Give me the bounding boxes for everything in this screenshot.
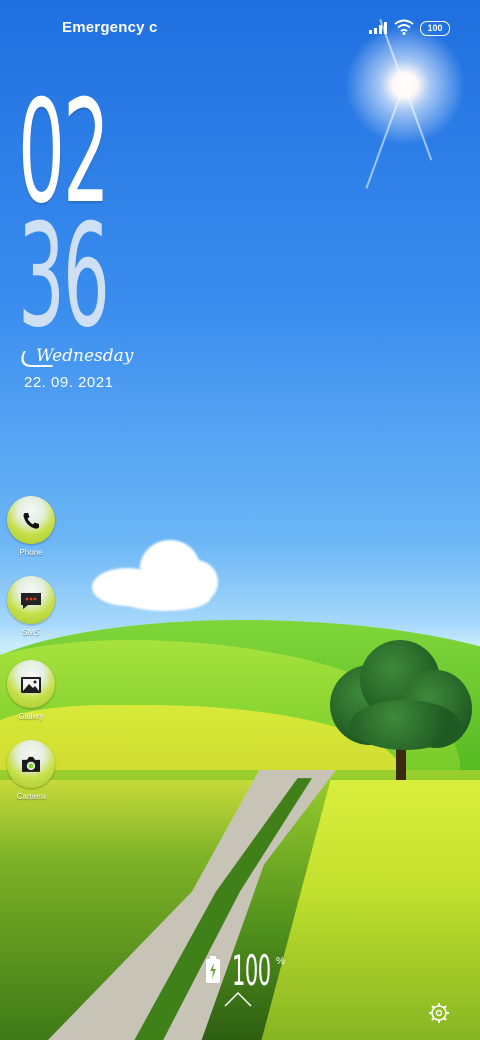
shortcut-label: Gallery: [18, 712, 44, 721]
shortcut-gallery[interactable]: Gallery: [7, 660, 55, 721]
percent-sign: %: [276, 956, 285, 967]
clock-minute: 36: [18, 194, 110, 359]
message-icon: [21, 593, 41, 609]
settings-icon[interactable]: [428, 1002, 450, 1024]
gallery-icon: [21, 677, 41, 693]
shortcut-camera[interactable]: Camera: [7, 740, 55, 801]
swipe-up-icon[interactable]: [223, 990, 253, 1008]
shortcut-label: SMS: [22, 628, 40, 637]
phone-bubble[interactable]: [7, 496, 55, 544]
emergency-calls-label: Emergency c: [62, 19, 158, 36]
signal-icon: [369, 22, 387, 34]
shortcut-phone[interactable]: Phone: [7, 496, 55, 557]
shortcut-label: Camera: [16, 792, 46, 801]
charging-battery-icon: [206, 956, 220, 983]
gallery-bubble[interactable]: [7, 660, 55, 708]
date: 22. 09. 2021: [24, 374, 114, 391]
charging-percent: 100: [232, 946, 271, 995]
shortcut-sms[interactable]: SMS: [7, 576, 55, 637]
camera-icon: [22, 756, 40, 772]
sms-bubble[interactable]: [7, 576, 55, 624]
camera-bubble[interactable]: [7, 740, 55, 788]
weekday: Wednesday: [36, 346, 134, 366]
status-bar: Emergency c 100: [0, 0, 480, 56]
shortcut-label: Phone: [19, 548, 43, 557]
phone-icon: [23, 513, 39, 529]
wifi-icon: [394, 19, 414, 35]
battery-indicator: 100: [420, 21, 450, 36]
